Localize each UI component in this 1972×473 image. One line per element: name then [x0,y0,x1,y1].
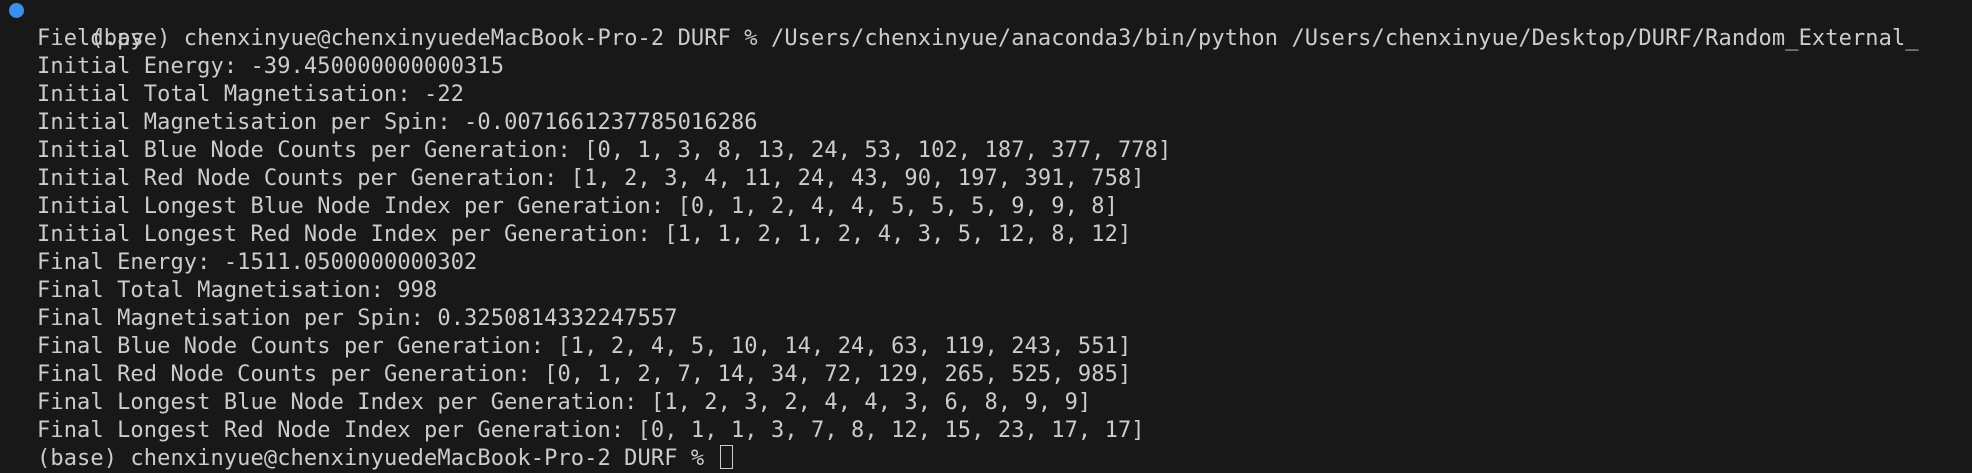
output-line: Final Longest Blue Node Index per Genera… [37,390,1092,415]
output-line: Final Magnetisation per Spin: 0.32508143… [37,306,678,331]
output-line: Final Red Node Counts per Generation: [0… [37,362,1132,387]
output-line: Final Energy: -1511.0500000000302 [37,250,478,275]
output-line: Initial Longest Blue Node Index per Gene… [37,194,1118,219]
output-line: Initial Blue Node Counts per Generation:… [37,138,1172,163]
terminal-panel[interactable]: (base) chenxinyue@chenxinyuedeMacBook-Pr… [0,0,1972,471]
output-line: Final Longest Red Node Index per Generat… [37,418,1145,443]
prompt-line[interactable]: (base) chenxinyue@chenxinyuedeMacBook-Pr… [0,445,1972,473]
output-line: Initial Red Node Counts per Generation: … [37,166,1145,191]
output-line: Initial Energy: -39.450000000000315 [37,54,505,79]
output-line: Final Total Magnetisation: 998 [37,278,438,303]
command-line: (base) chenxinyue@chenxinyuedeMacBook-Pr… [0,0,1972,51]
command-wrap-text: Field.py [37,26,144,51]
command-wrap-line: Field.py [0,25,1972,53]
output-line: Final Blue Node Counts per Generation: [… [37,334,1132,359]
output-line: Initial Total Magnetisation: -22 [37,82,465,107]
output-line: Initial Magnetisation per Spin: -0.00716… [37,110,758,135]
output-line: Initial Longest Red Node Index per Gener… [37,222,1132,247]
cursor-icon [719,445,733,469]
command-status-icon [9,3,24,18]
